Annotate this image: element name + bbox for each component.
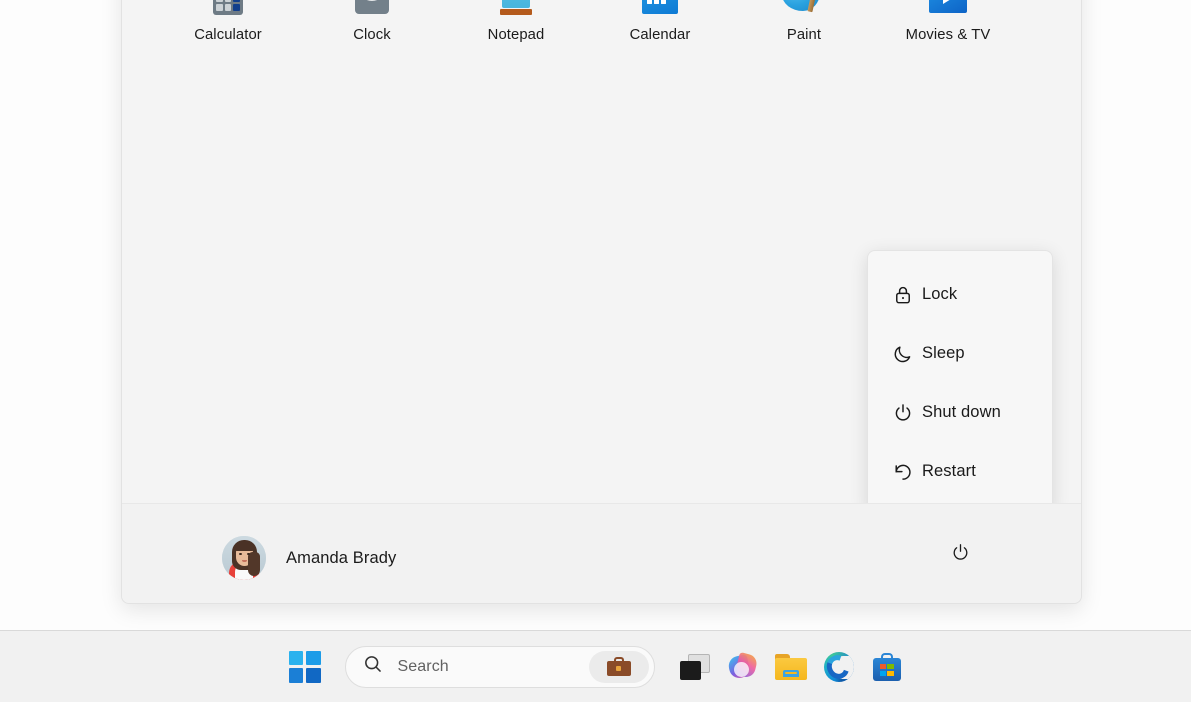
app-tile-movies-and-tv[interactable]: Movies & TV bbox=[876, 0, 1020, 43]
task-view-button[interactable] bbox=[671, 643, 719, 691]
power-icon bbox=[892, 401, 922, 425]
user-name-label: Amanda Brady bbox=[286, 548, 397, 567]
taskbar-items: Search bbox=[0, 631, 1191, 702]
calendar-icon bbox=[636, 0, 684, 17]
start-menu-bottom-bar: Amanda Brady bbox=[122, 503, 1081, 603]
folder-icon bbox=[774, 653, 807, 680]
taskbar: Search bbox=[0, 630, 1191, 702]
power-menu-item-restart[interactable]: Restart bbox=[868, 442, 1052, 501]
desktop: Calculator Clock Notepad Calendar Paint … bbox=[0, 0, 1191, 702]
power-menu-item-lock[interactable]: Lock bbox=[868, 265, 1052, 324]
paint-icon bbox=[780, 0, 828, 17]
avatar bbox=[222, 536, 266, 580]
start-menu-panel: Calculator Clock Notepad Calendar Paint … bbox=[121, 0, 1082, 604]
windows-logo-icon bbox=[288, 650, 321, 683]
app-tile-paint[interactable]: Paint bbox=[732, 0, 876, 43]
power-icon bbox=[950, 542, 971, 568]
task-view-icon bbox=[679, 653, 710, 680]
restart-icon bbox=[892, 460, 922, 484]
user-account-button[interactable]: Amanda Brady bbox=[218, 532, 406, 584]
copilot-icon bbox=[726, 651, 758, 682]
power-button[interactable] bbox=[943, 538, 977, 572]
app-label: Calendar bbox=[629, 27, 691, 43]
app-label: Paint bbox=[786, 27, 822, 43]
copilot-button[interactable] bbox=[719, 643, 767, 691]
briefcase-icon bbox=[606, 657, 631, 676]
app-label: Clock bbox=[353, 27, 391, 43]
power-menu-label: Sleep bbox=[922, 344, 965, 362]
search-input[interactable]: Search bbox=[344, 645, 655, 688]
power-menu-item-sleep[interactable]: Sleep bbox=[868, 324, 1052, 383]
microsoft-store-button[interactable] bbox=[863, 643, 911, 691]
store-icon bbox=[872, 652, 901, 681]
notepad-icon bbox=[492, 0, 540, 17]
app-tile-calculator[interactable]: Calculator bbox=[156, 0, 300, 43]
app-tile-calendar[interactable]: Calendar bbox=[588, 0, 732, 43]
clock-icon bbox=[348, 0, 396, 17]
search-placeholder: Search bbox=[397, 657, 449, 675]
edge-icon bbox=[823, 651, 854, 682]
power-menu-label: Lock bbox=[922, 285, 958, 303]
lock-icon bbox=[892, 283, 922, 307]
app-tile-notepad[interactable]: Notepad bbox=[444, 0, 588, 43]
moon-icon bbox=[892, 342, 922, 366]
app-label: Calculator bbox=[194, 27, 262, 43]
search-badge-button[interactable] bbox=[588, 650, 649, 683]
power-menu-label: Restart bbox=[922, 462, 976, 480]
app-label: Movies & TV bbox=[905, 27, 991, 43]
app-tile-clock[interactable]: Clock bbox=[300, 0, 444, 43]
calculator-icon bbox=[204, 0, 252, 17]
microsoft-edge-button[interactable] bbox=[815, 643, 863, 691]
search-icon bbox=[362, 653, 384, 680]
power-flyout-menu: Lock Sleep Shut down Restart bbox=[867, 250, 1053, 514]
movies-and-tv-icon bbox=[924, 0, 972, 17]
power-menu-item-shut-down[interactable]: Shut down bbox=[868, 383, 1052, 442]
start-button[interactable] bbox=[281, 643, 329, 691]
app-label: Notepad bbox=[487, 27, 545, 43]
power-menu-label: Shut down bbox=[922, 403, 1001, 421]
file-explorer-button[interactable] bbox=[767, 643, 815, 691]
pinned-apps-row: Calculator Clock Notepad Calendar Paint … bbox=[156, 0, 1048, 43]
